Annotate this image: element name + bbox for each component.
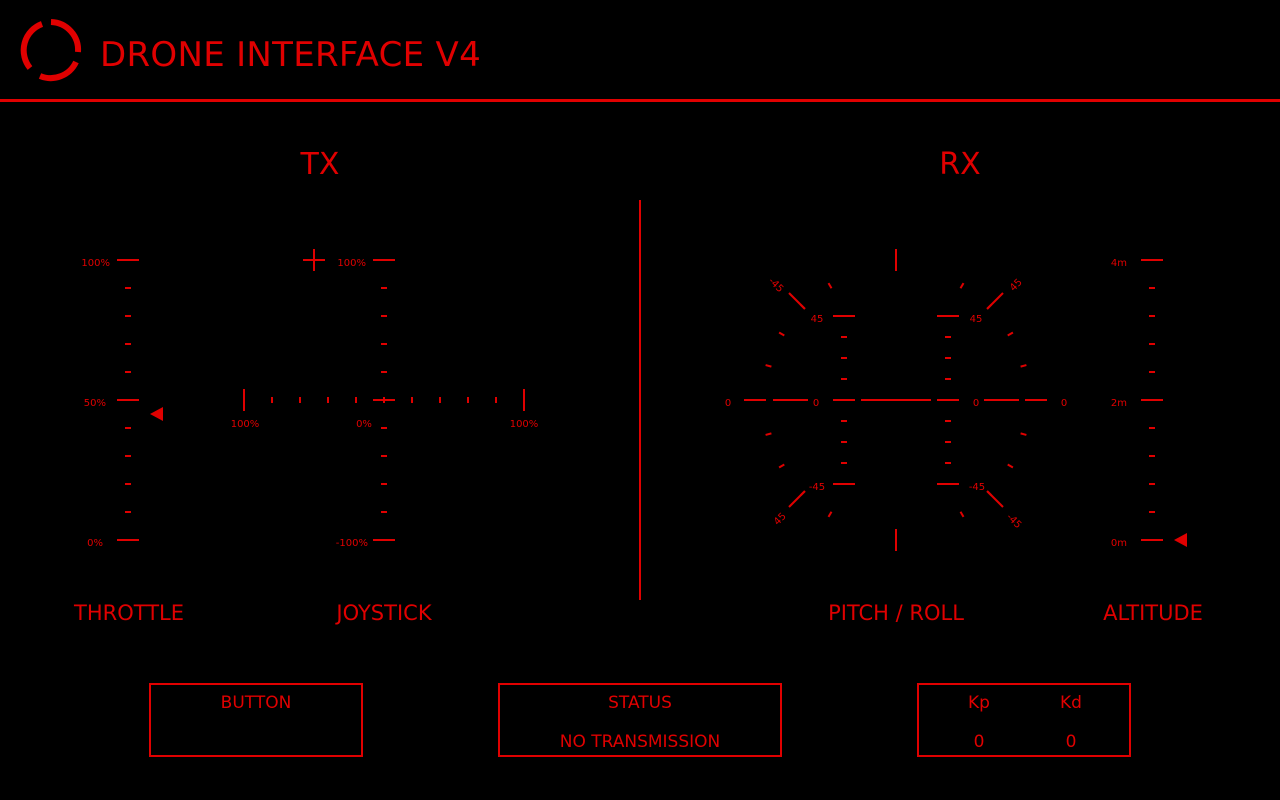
joystick-v-label-bottom: -100% xyxy=(336,538,368,549)
altitude-tick-label-mid: 2m xyxy=(1111,398,1127,409)
joystick-cursor-crosshair xyxy=(303,249,325,271)
roll-label-left: 0 xyxy=(725,398,731,409)
roll-scale-dash xyxy=(1007,331,1014,337)
kd-label: Kd xyxy=(1060,693,1082,713)
pitch-label-right-lower: -45 xyxy=(969,482,985,493)
instrument-canvas: 100% 50% 0% 100% -100% 100% 0% 100% 0 0 … xyxy=(81,200,1187,600)
roll-scale-dash xyxy=(765,432,772,436)
throttle-label: THROTTLE xyxy=(74,601,184,625)
pitch-label-left-lower: -45 xyxy=(809,482,825,493)
kd-value: 0 xyxy=(1065,732,1077,752)
roll-scale-dash xyxy=(959,511,965,518)
status-panel: STATUS NO TRANSMISSION xyxy=(498,683,782,757)
joystick-h-label-right: 100% xyxy=(510,419,539,430)
throttle-tick-label-top: 100% xyxy=(81,258,110,269)
drone-dashboard: DRONE INTERFACE V4 TX RX 100% 50% 0% 100… xyxy=(0,0,1280,800)
kp-label: Kp xyxy=(968,693,990,713)
altitude-indicator-arrow xyxy=(1174,533,1187,547)
throttle-gauge: 100% 50% 0% xyxy=(81,258,163,549)
gains-panel: Kp Kd 0 0 xyxy=(917,683,1131,757)
pitch-label-right-center: 0 xyxy=(973,398,979,409)
pitch-label-left-upper: 45 xyxy=(811,314,824,325)
kp-value: 0 xyxy=(973,732,985,752)
throttle-indicator-arrow xyxy=(150,407,163,421)
altitude-tick-label-bottom: 0m xyxy=(1111,538,1127,549)
roll-scale-dash xyxy=(1007,463,1014,469)
joystick-v-label-top: 100% xyxy=(337,258,366,269)
roll-scale-dash xyxy=(778,331,785,337)
status-title: STATUS xyxy=(608,693,672,713)
roll-scale-dash xyxy=(1020,364,1027,368)
altitude-label: ALTITUDE xyxy=(1103,601,1203,625)
joystick-h-label-center: 0% xyxy=(356,419,372,430)
throttle-tick-label-bottom: 0% xyxy=(87,538,103,549)
roll-label-top-right: 45 xyxy=(1008,277,1025,294)
roll-label-top-left: -45 xyxy=(766,276,785,295)
pitch-roll-label: PITCH / ROLL xyxy=(828,601,964,625)
pitch-label-right-upper: 45 xyxy=(970,314,983,325)
altitude-gauge: 4m 2m 0m xyxy=(1111,258,1187,549)
altitude-tick-label-top: 4m xyxy=(1111,258,1127,269)
pitch-roll-indicator: 0 0 -45 45 45 -45 45 0 -45 45 0 -45 xyxy=(725,249,1067,551)
button-panel[interactable]: BUTTON xyxy=(149,683,363,757)
roll-scale-dash xyxy=(778,463,785,469)
roll-label-bottom-right: -45 xyxy=(1004,512,1023,531)
button-panel-title: BUTTON xyxy=(220,693,292,713)
roll-scale-dash xyxy=(827,511,833,518)
joystick-gauge: 100% -100% 100% 0% 100% xyxy=(231,249,539,549)
joystick-h-label-left: 100% xyxy=(231,419,260,430)
roll-label-bottom-left: 45 xyxy=(772,511,789,528)
status-value: NO TRANSMISSION xyxy=(559,732,721,752)
throttle-tick-label-mid: 50% xyxy=(84,398,106,409)
roll-scale-dash xyxy=(827,282,833,289)
roll-label-right: 0 xyxy=(1061,398,1067,409)
roll-scale-dash xyxy=(765,364,772,368)
pitch-label-left-center: 0 xyxy=(813,398,819,409)
roll-scale-dash xyxy=(959,282,965,289)
roll-scale-dash xyxy=(1020,432,1027,436)
joystick-label: JOYSTICK xyxy=(336,601,432,625)
